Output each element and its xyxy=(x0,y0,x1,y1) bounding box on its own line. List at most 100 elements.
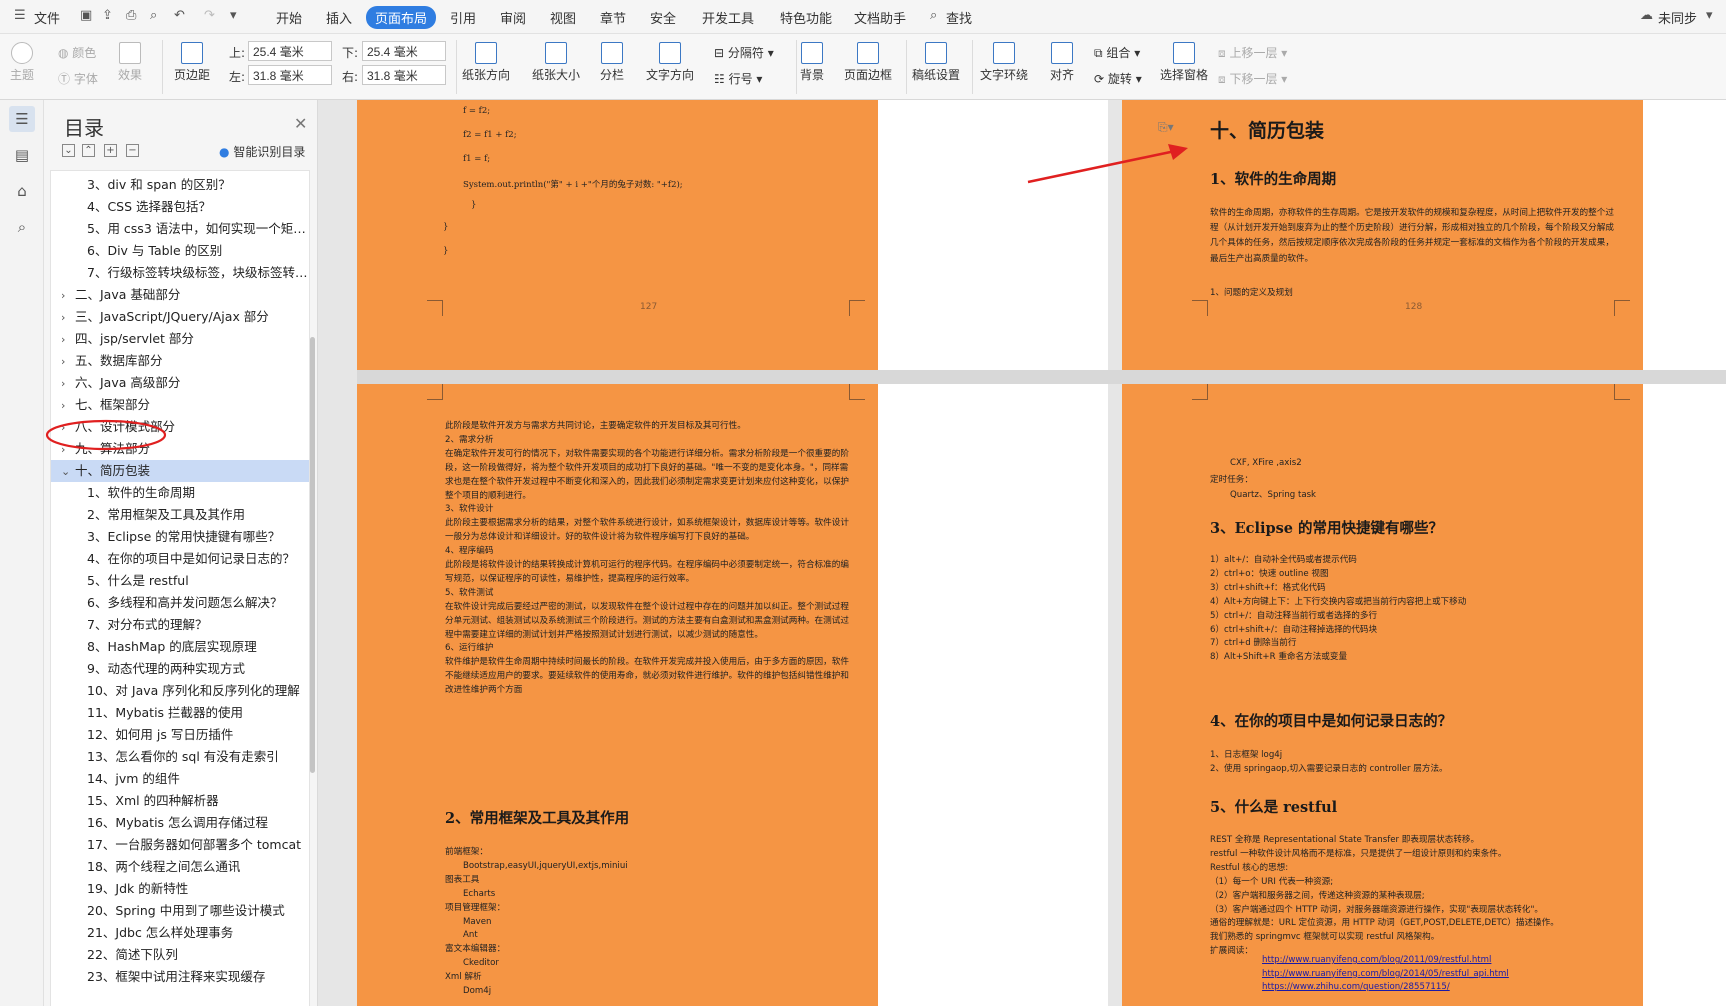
toc-section-item[interactable]: 2、常用框架及工具及其作用 xyxy=(51,504,309,526)
add-heading-icon[interactable]: + xyxy=(104,144,117,157)
tab-insert[interactable]: 插入 xyxy=(326,8,352,27)
toc-section-item[interactable]: 19、Jdk 的新特性 xyxy=(51,878,309,900)
external-link[interactable]: http://www.ruanyifeng.com/blog/2011/09/r… xyxy=(1262,954,1622,968)
separator-button[interactable]: ⊟ 分隔符 ▾ xyxy=(714,44,774,61)
chevron-down-icon[interactable]: ⌄ xyxy=(61,461,75,482)
toc-section-item[interactable]: 20、Spring 中用到了哪些设计模式 xyxy=(51,900,309,922)
chevron-right-icon[interactable]: › xyxy=(61,307,75,328)
chevron-right-icon[interactable]: › xyxy=(61,329,75,350)
tab-page-layout[interactable]: 页面布局 xyxy=(366,6,437,29)
text-wrap-button[interactable]: 文字环绕 xyxy=(980,42,1028,83)
toc-section-item[interactable]: 8、HashMap 的底层实现原理 xyxy=(51,636,309,658)
toc-section-item[interactable]: 7、对分布式的理解？ xyxy=(51,614,309,636)
align-button[interactable]: 对齐 xyxy=(1050,42,1074,83)
toc-chapter-item[interactable]: › 四、jsp/servlet 部分 xyxy=(51,328,309,350)
toc-section-item[interactable]: 3、Eclipse 的常用快捷键有哪些？ xyxy=(51,526,309,548)
toc-chapter-item[interactable]: ⌄ 十、简历包装 xyxy=(51,460,309,482)
selection-pane-button[interactable]: 选择窗格 xyxy=(1160,42,1208,83)
toc-section-item[interactable]: 17、一台服务器如何部署多个 tomcat xyxy=(51,834,309,856)
send-backward-button[interactable]: ⧈ 下移一层 ▾ xyxy=(1218,70,1287,87)
toc-section-item[interactable]: 4、在你的项目中是如何记录日志的？ xyxy=(51,548,309,570)
toc-section-item[interactable]: 15、Xml 的四种解析器 xyxy=(51,790,309,812)
menu-file[interactable]: 文件 xyxy=(34,8,60,27)
right-margin-input[interactable] xyxy=(362,65,446,85)
export-icon[interactable]: ⇪ xyxy=(102,8,113,23)
bring-forward-button[interactable]: ⧈ 上移一层 ▾ xyxy=(1218,44,1287,61)
toc-section-item[interactable]: 9、动态代理的两种实现方式 xyxy=(51,658,309,680)
toc-section-item[interactable]: 23、框架中试用注释来实现缓存 xyxy=(51,966,309,988)
toc-section-item[interactable]: 21、Jdbc 怎么样处理事务 xyxy=(51,922,309,944)
toc-section-item[interactable]: 7、行级标签转块级标签，块级标签转行级标签 xyxy=(51,262,309,284)
smart-toc-button[interactable]: ● 智能识别目录 xyxy=(219,143,305,160)
toc-chapter-item[interactable]: › 二、Java 基础部分 xyxy=(51,284,309,306)
background-button[interactable]: 背景 xyxy=(800,42,824,83)
expand-all-icon[interactable]: ⌃ xyxy=(82,144,95,157)
chevron-right-icon[interactable]: › xyxy=(61,373,75,394)
tab-security[interactable]: 安全 xyxy=(650,8,676,27)
text-direction-button[interactable]: 文字方向 xyxy=(646,42,694,83)
tab-section[interactable]: 章节 xyxy=(600,8,626,27)
line-number-button[interactable]: ☷ 行号 ▾ xyxy=(714,70,762,87)
toc-section-item[interactable]: 3、div 和 span 的区别？ xyxy=(51,174,309,196)
paste-options-icon[interactable]: ⎘▾ xyxy=(1158,120,1174,135)
paper-size-button[interactable]: 纸张大小 xyxy=(532,42,580,83)
tab-doc-assistant[interactable]: 文档助手 xyxy=(854,8,906,27)
toc-section-item[interactable]: 6、多线程和高并发问题怎么解决？ xyxy=(51,592,309,614)
left-margin-input[interactable] xyxy=(248,65,332,85)
redo-icon[interactable]: ↷ xyxy=(204,8,215,23)
toc-chapter-item[interactable]: › 六、Java 高级部分 xyxy=(51,372,309,394)
group-button[interactable]: ⧉ 组合 ▾ xyxy=(1094,44,1140,61)
tab-view[interactable]: 视图 xyxy=(550,8,576,27)
theme-button[interactable]: 主题 xyxy=(10,42,34,83)
cloud-icon[interactable]: ☁ xyxy=(1640,8,1653,23)
toc-section-item[interactable]: 10、对 Java 序列化和反序列化的理解 xyxy=(51,680,309,702)
sync-dropdown-icon[interactable]: ▾ xyxy=(1706,8,1713,23)
print-icon[interactable]: ⎙ xyxy=(126,8,136,23)
top-margin-input[interactable] xyxy=(248,41,332,61)
toc-section-item[interactable]: 13、怎么看你的 sql 有没有走索引 xyxy=(51,746,309,768)
toc-chapter-item[interactable]: › 三、JavaScript/JQuery/Ajax 部分 xyxy=(51,306,309,328)
toc-section-item[interactable]: 16、Mybatis 怎么调用存储过程 xyxy=(51,812,309,834)
toc-chapter-item[interactable]: › 五、数据库部分 xyxy=(51,350,309,372)
toc-section-item[interactable]: 14、jvm 的组件 xyxy=(51,768,309,790)
columns-button[interactable]: 分栏 xyxy=(600,42,624,83)
toc-section-item[interactable]: 1、软件的生命周期 xyxy=(51,482,309,504)
toc-section-item[interactable]: 12、如何用 js 写日历插件 xyxy=(51,724,309,746)
toc-chapter-item[interactable]: › 七、框架部分 xyxy=(51,394,309,416)
manuscript-settings-button[interactable]: 稿纸设置 xyxy=(912,42,960,83)
toc-section-item[interactable]: 18、两个线程之间怎么通讯 xyxy=(51,856,309,878)
toc-panel-icon[interactable]: ☰ xyxy=(9,106,35,132)
orientation-button[interactable]: 纸张方向 xyxy=(462,42,510,83)
close-icon[interactable]: ✕ xyxy=(294,114,307,133)
remove-heading-icon[interactable]: − xyxy=(126,144,139,157)
toc-section-item[interactable]: 11、Mybatis 拦截器的使用 xyxy=(51,702,309,724)
sync-status[interactable]: 未同步 xyxy=(1658,8,1697,27)
tab-developer[interactable]: 开发工具 xyxy=(702,8,754,27)
toc-section-item[interactable]: 5、用 css3 语法中，如何实现一个矩形框的圆角效果 xyxy=(51,218,309,240)
tab-references[interactable]: 引用 xyxy=(450,8,476,27)
external-link[interactable]: http://www.ruanyifeng.com/blog/2014/05/r… xyxy=(1262,968,1622,982)
collapse-all-icon[interactable]: ⌄ xyxy=(62,144,75,157)
font-button[interactable]: Ⓣ 字体 xyxy=(58,70,98,87)
save-icon[interactable]: ▣ xyxy=(80,8,92,23)
pages-panel-icon[interactable]: ▤ xyxy=(9,142,35,168)
chevron-right-icon[interactable]: › xyxy=(61,285,75,306)
tab-start[interactable]: 开始 xyxy=(276,8,302,27)
toc-section-item[interactable]: 6、Div 与 Table 的区别 xyxy=(51,240,309,262)
chevron-right-icon[interactable]: › xyxy=(61,395,75,416)
bookmark-panel-icon[interactable]: ⌂ xyxy=(9,178,35,204)
color-button[interactable]: ◍ 颜色 xyxy=(58,44,96,61)
hamburger-icon[interactable]: ☰ xyxy=(14,8,26,23)
toc-section-item[interactable]: 5、什么是 restful xyxy=(51,570,309,592)
toc-section-item[interactable]: 4、CSS 选择器包括？ xyxy=(51,196,309,218)
quick-access-more-icon[interactable]: ▾ xyxy=(230,8,237,23)
tab-review[interactable]: 审阅 xyxy=(500,8,526,27)
preview-icon[interactable]: ⌕ xyxy=(150,8,157,23)
margins-button[interactable]: 页边距 xyxy=(174,42,210,83)
find-panel-icon[interactable]: ⌕ xyxy=(9,214,35,240)
bottom-margin-input[interactable] xyxy=(362,41,446,61)
effect-button[interactable]: 效果 xyxy=(118,42,142,83)
undo-icon[interactable]: ↶ xyxy=(174,8,185,23)
tab-features[interactable]: 特色功能 xyxy=(780,8,832,27)
rotate-button[interactable]: ⟳ 旋转 ▾ xyxy=(1094,70,1142,87)
